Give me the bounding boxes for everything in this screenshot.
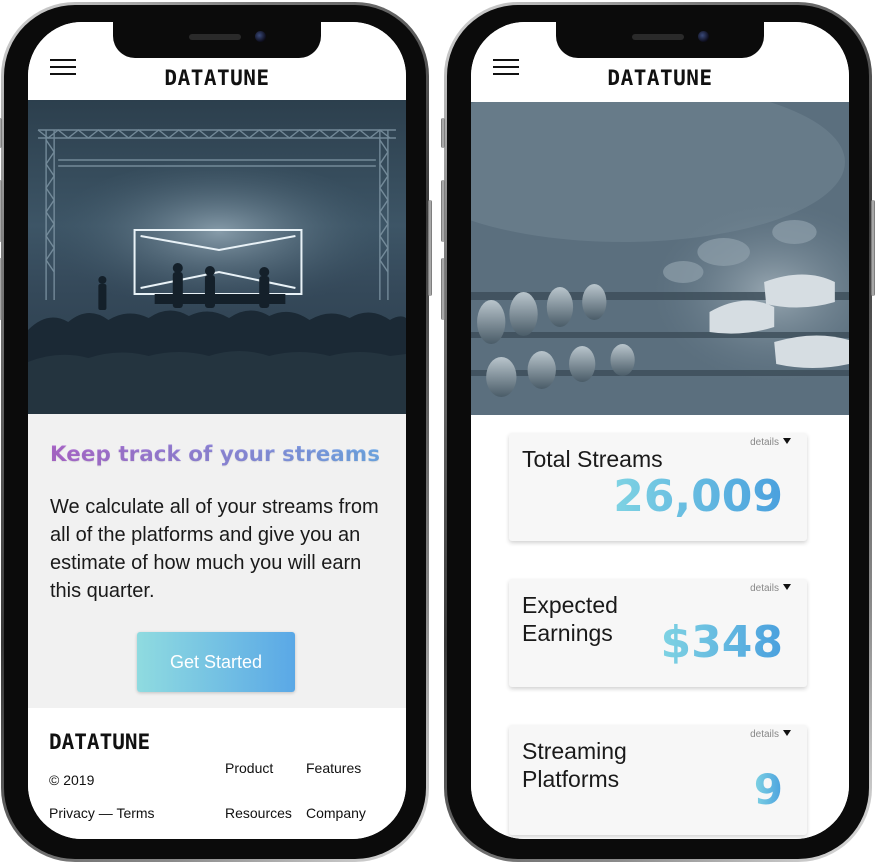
stat-label: Total Streams bbox=[522, 446, 663, 472]
brand-logo[interactable]: DATATUNE bbox=[471, 66, 849, 90]
caret-down-icon bbox=[783, 584, 791, 590]
stat-card-expected-earnings[interactable]: details Expected Earnings $348 bbox=[509, 579, 807, 687]
speaker-grille bbox=[632, 34, 684, 40]
copyright-text: © 2019 bbox=[49, 772, 95, 788]
details-toggle[interactable]: details bbox=[750, 729, 791, 740]
front-camera bbox=[255, 31, 266, 42]
details-label: details bbox=[750, 437, 779, 448]
stat-value: 26,009 bbox=[613, 471, 783, 522]
mute-switch bbox=[0, 118, 2, 148]
speaker-grille bbox=[189, 34, 241, 40]
phone-frame-left: DATATUNE Keep track of your streams We c… bbox=[0, 2, 432, 862]
hero-image-mixing-console bbox=[471, 102, 849, 415]
stat-label: Streaming Platforms bbox=[522, 738, 627, 792]
hero-image-concert bbox=[28, 100, 406, 414]
phone-frame-right: DATATUNE details Total Streams 26,009 de… bbox=[441, 2, 875, 862]
details-label: details bbox=[750, 583, 779, 594]
caret-down-icon bbox=[783, 730, 791, 736]
volume-up-button bbox=[0, 180, 2, 242]
legal-links: Privacy — Terms bbox=[49, 805, 155, 821]
screen-dashboard: DATATUNE details Total Streams 26,009 de… bbox=[471, 22, 849, 839]
stat-value: $348 bbox=[660, 617, 783, 668]
caret-down-icon bbox=[783, 438, 791, 444]
details-label: details bbox=[750, 729, 779, 740]
stat-card-streaming-platforms[interactable]: details Streaming Platforms 9 bbox=[509, 725, 807, 835]
stat-value: 9 bbox=[753, 765, 783, 814]
site-footer: DATATUNE © 2019 Privacy — Terms Product … bbox=[28, 708, 406, 839]
notch bbox=[113, 22, 321, 58]
front-camera bbox=[698, 31, 709, 42]
promo-title: Keep track of your streams bbox=[50, 442, 396, 467]
details-toggle[interactable]: details bbox=[750, 583, 791, 594]
footer-link-product[interactable]: Product bbox=[225, 760, 273, 776]
footer-brand-logo[interactable]: DATATUNE bbox=[49, 730, 150, 754]
stats-section: details Total Streams 26,009 details Exp… bbox=[471, 415, 849, 839]
notch bbox=[556, 22, 764, 58]
terms-link[interactable]: Terms bbox=[116, 805, 154, 821]
stat-label: Expected Earnings bbox=[522, 592, 618, 646]
get-started-button[interactable]: Get Started bbox=[137, 632, 295, 692]
details-toggle[interactable]: details bbox=[750, 437, 791, 448]
footer-link-features[interactable]: Features bbox=[306, 760, 361, 776]
screen-landing: DATATUNE Keep track of your streams We c… bbox=[28, 22, 406, 839]
footer-link-company[interactable]: Company bbox=[306, 805, 366, 821]
volume-down-button bbox=[0, 258, 2, 320]
power-button bbox=[428, 200, 432, 296]
legal-separator: — bbox=[94, 805, 117, 821]
footer-link-resources[interactable]: Resources bbox=[225, 805, 292, 821]
volume-down-button bbox=[441, 258, 445, 320]
brand-logo[interactable]: DATATUNE bbox=[28, 66, 406, 90]
volume-up-button bbox=[441, 180, 445, 242]
mute-switch bbox=[441, 118, 445, 148]
promo-section: Keep track of your streams We calculate … bbox=[28, 414, 406, 708]
privacy-link[interactable]: Privacy bbox=[49, 805, 95, 821]
stat-card-total-streams[interactable]: details Total Streams 26,009 bbox=[509, 433, 807, 541]
power-button bbox=[871, 200, 875, 296]
promo-description: We calculate all of your streams from al… bbox=[50, 496, 379, 602]
